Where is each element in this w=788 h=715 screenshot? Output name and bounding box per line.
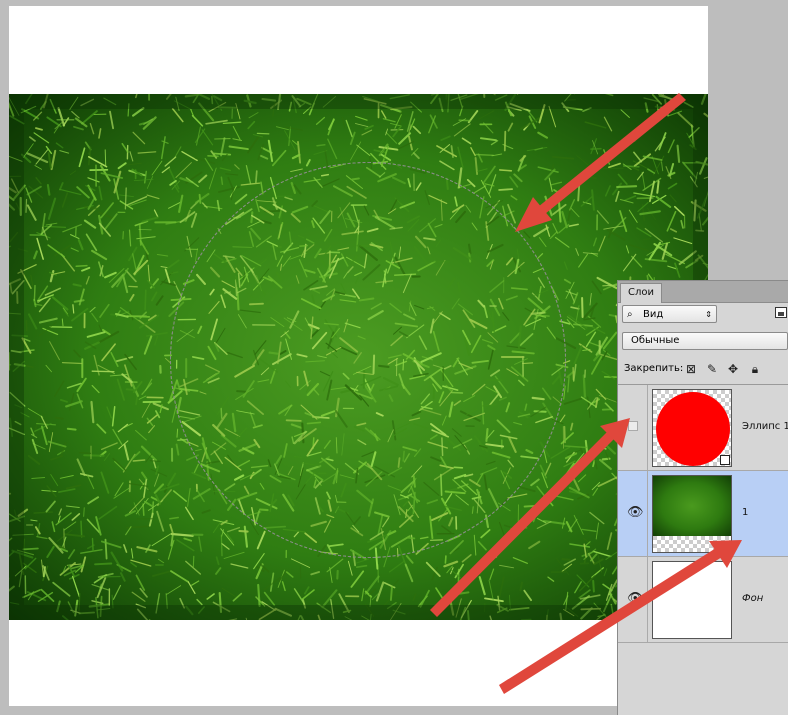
lock-transparent-pixels-icon[interactable]: ⊠ xyxy=(684,360,698,378)
visibility-toggle[interactable]: 👁︎ xyxy=(618,471,648,556)
layer-name[interactable]: 1 xyxy=(742,507,748,518)
eye-icon[interactable]: 👁︎ xyxy=(627,505,644,520)
blend-mode-select[interactable]: Обычные xyxy=(622,332,788,350)
search-icon: ⌕ xyxy=(627,309,633,320)
layer-name[interactable]: Эллипс 1 xyxy=(742,421,788,432)
shape-layer-icon xyxy=(720,455,730,465)
image-filter-icon[interactable] xyxy=(775,307,787,318)
grass-thumbnail xyxy=(653,476,731,536)
visibility-off-box[interactable] xyxy=(628,421,638,431)
layer-thumbnail[interactable] xyxy=(652,561,732,639)
visibility-toggle[interactable] xyxy=(618,385,648,470)
lock-position-icon[interactable]: ✥ xyxy=(726,360,740,378)
layer-thumbnail[interactable] xyxy=(652,475,732,553)
layers-panel: Слои ⌕ Вид ⇕ Обычные Закрепить: ⊠ ✎ ✥ 🔒︎… xyxy=(617,280,788,715)
lock-image-pixels-icon[interactable]: ✎ xyxy=(705,360,719,378)
lock-row: Закрепить: ⊠ ✎ ✥ 🔒︎ xyxy=(618,360,788,378)
panel-tabbar: Слои xyxy=(618,281,788,303)
layer-thumbnail[interactable] xyxy=(652,389,732,467)
layer-row-background[interactable]: 👁︎ Фон xyxy=(618,557,788,643)
tab-layers[interactable]: Слои xyxy=(620,283,662,303)
red-ellipse-thumbnail xyxy=(656,392,730,466)
layer-filter-label: Вид xyxy=(643,309,664,320)
lock-all-icon[interactable]: 🔒︎ xyxy=(748,360,762,378)
updown-arrows-icon: ⇕ xyxy=(705,310,712,319)
elliptical-selection[interactable] xyxy=(170,162,566,558)
layer-row-1[interactable]: 👁︎ 1 xyxy=(618,471,788,557)
visibility-toggle[interactable]: 👁︎ xyxy=(618,557,648,642)
layer-filter-select[interactable]: ⌕ Вид ⇕ xyxy=(622,305,717,323)
white-background-thumbnail xyxy=(653,562,731,638)
eye-icon[interactable]: 👁︎ xyxy=(627,591,644,606)
layer-name[interactable]: Фон xyxy=(742,593,763,604)
lock-label: Закрепить: xyxy=(624,363,684,374)
layers-list: Эллипс 1 👁︎ 1 👁︎ Фон xyxy=(618,384,788,643)
layer-row-ellipse[interactable]: Эллипс 1 xyxy=(618,385,788,471)
